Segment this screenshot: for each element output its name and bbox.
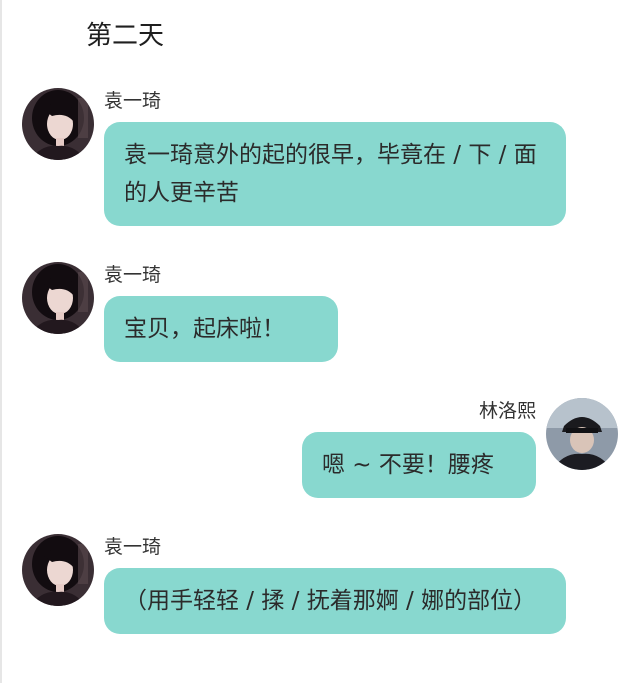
sender-avatar[interactable] (22, 262, 94, 334)
sender-avatar[interactable] (22, 88, 94, 160)
sender-name: 袁一琦 (104, 536, 162, 558)
message-bubble[interactable]: （用手轻轻 / 揉 / 抚着那婀 / 娜的部位） (104, 568, 566, 634)
message-bubble[interactable]: 袁一琦意外的起的很早，毕竟在 / 下 / 面的人更辛苦 (104, 122, 566, 226)
message-bubble[interactable]: 宝贝，起床啦！ (104, 296, 338, 362)
day-title: 第二天 (86, 21, 165, 51)
sender-name: 袁一琦 (104, 264, 162, 286)
sender-avatar[interactable] (546, 398, 618, 470)
sender-name: 袁一琦 (104, 90, 162, 112)
message-bubble[interactable]: 嗯 ~ 不要！腰疼 (302, 432, 536, 498)
sender-name: 林洛熙 (478, 400, 536, 422)
left-edge-divider (0, 0, 2, 683)
sender-avatar[interactable] (22, 534, 94, 606)
